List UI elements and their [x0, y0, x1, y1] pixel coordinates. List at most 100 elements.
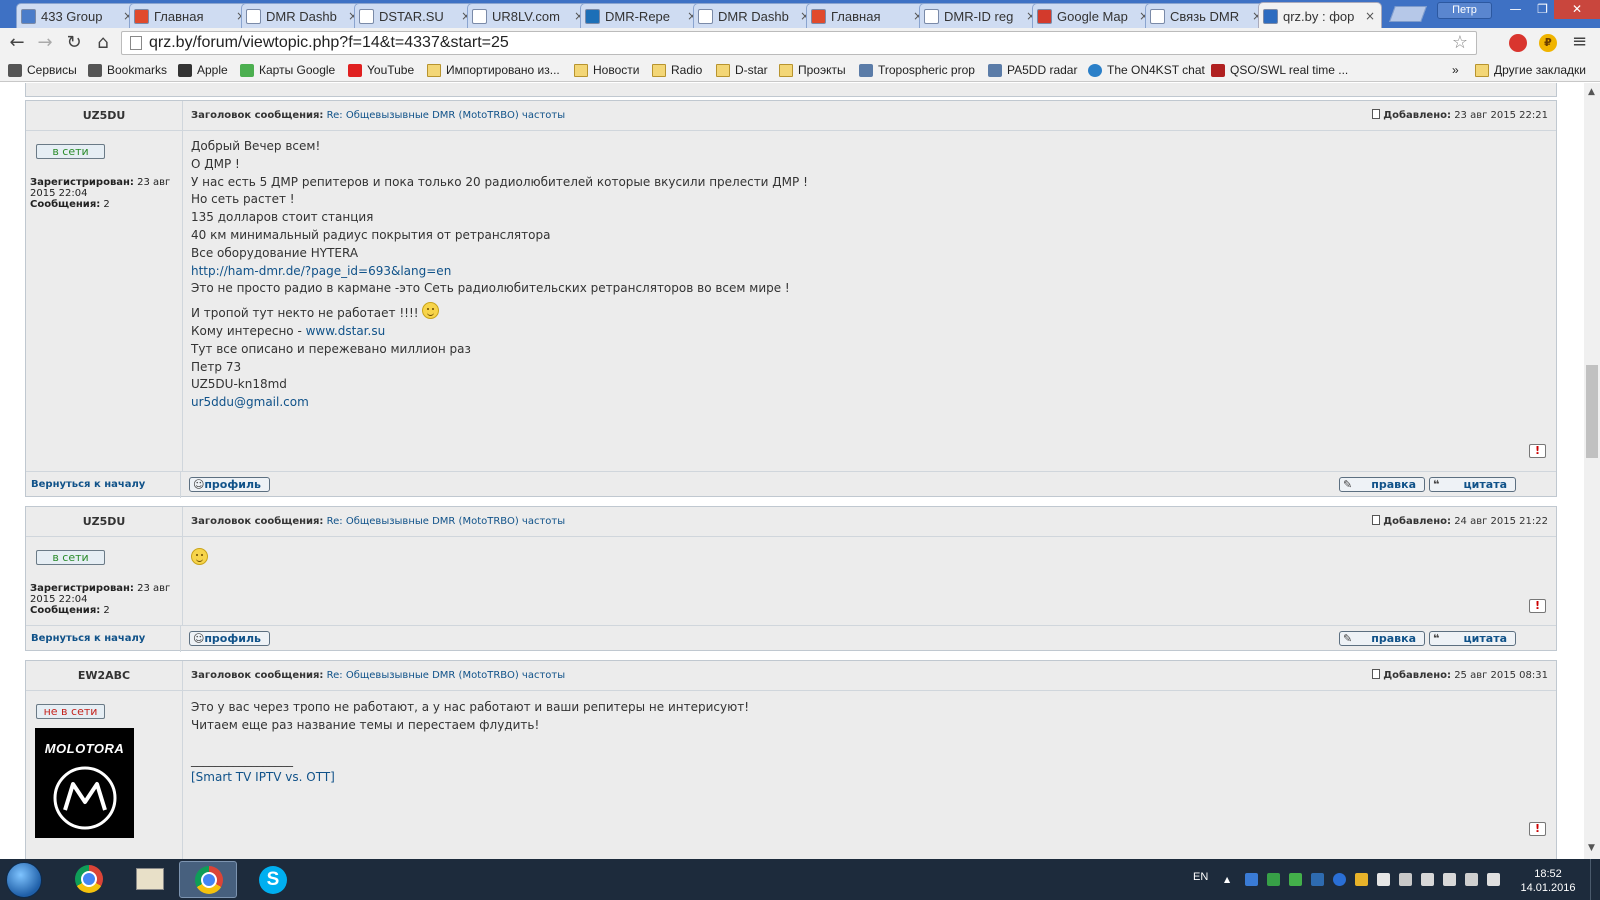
- tab-favicon-icon: [924, 8, 939, 24]
- chrome-icon: [195, 866, 223, 894]
- tray-blocked-icon[interactable]: [1399, 873, 1412, 886]
- home-button[interactable]: ⌂: [91, 31, 115, 55]
- post-author[interactable]: UZ5DU: [26, 507, 183, 537]
- post-link-icon[interactable]: [1372, 515, 1381, 525]
- windows-flag-icon[interactable]: [1377, 873, 1390, 886]
- browser-tab[interactable]: Google Map ×: [1032, 3, 1156, 28]
- browser-tab[interactable]: Главная×: [129, 3, 253, 28]
- bookmark-item[interactable]: Карты Google: [240, 61, 335, 79]
- scroll-down-icon[interactable]: ▼: [1588, 843, 1595, 853]
- clock-time: 18:52: [1534, 868, 1562, 880]
- post-link-dstar[interactable]: www.dstar.su: [306, 324, 386, 338]
- profile-button[interactable]: Петр: [1437, 2, 1492, 19]
- volume-icon[interactable]: [1487, 873, 1500, 886]
- tab-close-icon[interactable]: ×: [1363, 9, 1377, 23]
- system-clock[interactable]: 18:52 14.01.2016: [1518, 867, 1578, 895]
- language-indicator[interactable]: EN: [1193, 871, 1208, 883]
- quote-button[interactable]: ❝ цитата: [1429, 477, 1516, 492]
- bookmark-item[interactable]: Проэкты: [779, 61, 846, 79]
- browser-tab[interactable]: 433 Group ×: [16, 3, 140, 28]
- profile-button[interactable]: ☺ профиль: [189, 477, 270, 492]
- maximize-button[interactable]: ❐: [1529, 0, 1556, 19]
- tray-device-icon[interactable]: [1443, 873, 1456, 886]
- bluetooth-icon[interactable]: [1333, 873, 1346, 886]
- back-button[interactable]: ←: [5, 31, 29, 55]
- report-post-button[interactable]: !: [1529, 822, 1546, 836]
- tray-usb-icon[interactable]: [1421, 873, 1434, 886]
- bookmark-item[interactable]: Tropospheric prop: [859, 61, 975, 79]
- subject-link[interactable]: Re: Общевызывные DMR (MotoTRBO) частоты: [327, 516, 566, 527]
- vertical-scrollbar[interactable]: ▲ ▼: [1584, 83, 1600, 859]
- browser-tab[interactable]: DSTAR.SU ×: [354, 3, 478, 28]
- bookmark-item[interactable]: The ON4KST chat: [1088, 61, 1205, 79]
- posts-count: 2: [103, 605, 110, 616]
- extension-adblock-icon[interactable]: [1509, 34, 1527, 52]
- taskbar-explorer[interactable]: [120, 861, 178, 898]
- tray-expand-icon[interactable]: ▲: [1224, 873, 1237, 886]
- back-to-top-link[interactable]: Вернуться к началу: [31, 626, 181, 652]
- folder-icon: [574, 63, 588, 77]
- post-link-icon[interactable]: [1372, 669, 1381, 679]
- bookmark-item[interactable]: Radio: [652, 61, 702, 79]
- tray-sync-icon[interactable]: [1289, 873, 1302, 886]
- post-link-icon[interactable]: [1372, 109, 1381, 119]
- show-desktop-button[interactable]: [1590, 859, 1600, 900]
- signal-icon[interactable]: [1465, 873, 1478, 886]
- subject-link[interactable]: Re: Общевызывные DMR (MotoTRBO) частоты: [327, 670, 566, 681]
- browser-tab[interactable]: DMR Dashb ×: [693, 3, 817, 28]
- post-link-email[interactable]: ur5ddu@gmail.com: [191, 394, 1548, 412]
- browser-tab[interactable]: DMR Dashb ×: [241, 3, 365, 28]
- edit-button[interactable]: ✎ правка: [1339, 477, 1425, 492]
- post-author[interactable]: EW2ABC: [26, 661, 183, 691]
- bookmark-item[interactable]: Новости: [574, 61, 639, 79]
- report-post-button[interactable]: !: [1529, 444, 1546, 458]
- taskbar-chrome-pinned[interactable]: [60, 861, 118, 898]
- bookmark-star-icon[interactable]: ☆: [1452, 32, 1468, 54]
- new-tab-button[interactable]: [1389, 6, 1427, 22]
- tray-display-icon[interactable]: [1311, 873, 1324, 886]
- start-button[interactable]: [6, 862, 42, 898]
- bookmark-item[interactable]: Импортировано из...: [427, 61, 560, 79]
- address-bar[interactable]: qrz.by/forum/viewtopic.php?f=14&t=4337&s…: [121, 31, 1477, 55]
- taskbar-skype[interactable]: S: [245, 861, 303, 898]
- bookmark-item[interactable]: YouTube: [348, 61, 414, 79]
- browser-tab[interactable]: qrz.by : фор ×: [1258, 2, 1382, 29]
- globe-icon: [1088, 63, 1102, 77]
- bookmark-item[interactable]: D-star: [716, 61, 768, 79]
- post-link-ham-dmr[interactable]: http://ham-dmr.de/?page_id=693&lang=en: [191, 263, 1548, 281]
- quote-button[interactable]: ❝ цитата: [1429, 631, 1516, 646]
- scrollbar-thumb[interactable]: [1586, 365, 1598, 458]
- report-post-button[interactable]: !: [1529, 599, 1546, 613]
- browser-tab[interactable]: DMR-Repe ×: [580, 3, 704, 28]
- extension-ruble-icon[interactable]: ₽: [1539, 34, 1557, 52]
- taskbar-chrome-active[interactable]: [179, 861, 237, 898]
- tab-title: UR8LV.com: [492, 8, 560, 24]
- warning-icon[interactable]: [1355, 873, 1368, 886]
- back-to-top-link[interactable]: Вернуться к началу: [31, 472, 181, 498]
- bookmark-item[interactable]: QSO/SWL real time ...: [1211, 61, 1348, 79]
- tray-network-icon[interactable]: [1245, 873, 1258, 886]
- scroll-up-icon[interactable]: ▲: [1588, 87, 1595, 97]
- close-window-button[interactable]: ✕: [1554, 0, 1600, 19]
- browser-tab[interactable]: DMR-ID reg ×: [919, 3, 1043, 28]
- reload-button[interactable]: ↻: [62, 31, 86, 55]
- minimize-button[interactable]: —: [1502, 0, 1529, 19]
- bookmark-other[interactable]: Другие закладки: [1475, 61, 1586, 79]
- bookmarks-more-button[interactable]: »: [1452, 61, 1459, 79]
- post-author[interactable]: UZ5DU: [26, 101, 183, 131]
- tray-app-icon[interactable]: [1267, 873, 1280, 886]
- forward-button[interactable]: →: [33, 31, 57, 55]
- bookmark-item[interactable]: PA5DD radar: [988, 61, 1077, 79]
- edit-button[interactable]: ✎ правка: [1339, 631, 1425, 646]
- browser-tab[interactable]: UR8LV.com ×: [467, 3, 591, 28]
- bookmark-item[interactable]: Сервисы: [8, 61, 77, 79]
- browser-tab[interactable]: Главная×: [806, 3, 930, 28]
- chrome-menu-icon[interactable]: ≡: [1572, 31, 1587, 52]
- browser-tab[interactable]: Связь DMR ×: [1145, 3, 1269, 28]
- profile-button[interactable]: ☺ профиль: [189, 631, 270, 646]
- post-line: И тропой тут некто не работает !!!!: [191, 302, 1548, 323]
- bookmark-item[interactable]: Apple: [178, 61, 228, 79]
- subject-link[interactable]: Re: Общевызывные DMR (MotoTRBO) частоты: [327, 110, 566, 121]
- signature-link[interactable]: [Smart TV IPTV vs. OTT]: [191, 769, 1548, 787]
- bookmark-item[interactable]: Bookmarks: [88, 61, 167, 79]
